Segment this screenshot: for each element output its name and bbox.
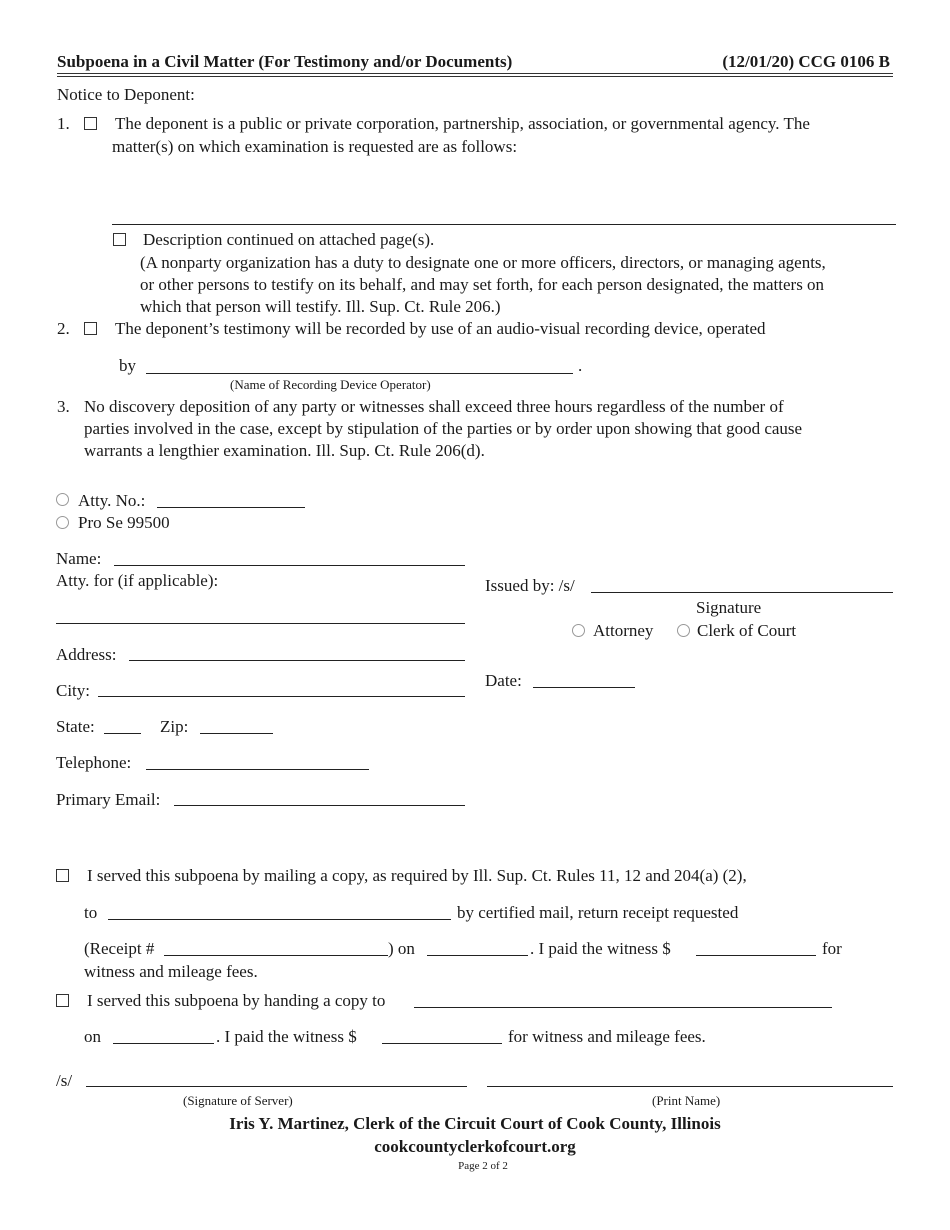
hand-amount-input[interactable] [382,1025,502,1044]
receipt-on-label: ) on [388,939,415,958]
email-label: Primary Email: [56,790,161,809]
telephone-input[interactable] [146,751,369,770]
attorney-radio[interactable] [572,624,585,637]
atty-for-label: Atty. for (if applicable): [56,571,219,590]
atty-no-radio[interactable] [56,493,69,506]
nonparty-note-line3: which that person will testify. Ill. Sup… [140,297,501,316]
mail-service-checkbox[interactable] [56,869,69,882]
print-name-input[interactable] [487,1068,893,1087]
zip-label: Zip: [160,717,189,736]
form-title: Subpoena in a Civil Matter (For Testimon… [57,52,513,71]
nonparty-note-line2: or other persons to testify on its behal… [140,275,825,294]
item1-text-line2: matter(s) on which examination is reques… [112,137,518,156]
mail-for-label: for [822,939,842,958]
server-sig-prefix: /s/ [56,1071,73,1090]
attorney-option-label: Attorney [593,621,654,640]
atty-no-label: Atty. No.: [78,491,146,510]
clerk-option-label: Clerk of Court [697,621,797,640]
mail-to-input[interactable] [108,901,451,920]
hand-recipient-input[interactable] [414,989,832,1008]
header-rule-bottom [57,76,893,77]
server-sig-caption: (Signature of Server) [183,1093,293,1108]
hand-service-checkbox[interactable] [56,994,69,1007]
name-label: Name: [56,549,102,568]
hand-on-label: on [84,1027,101,1046]
signature-caption: Signature [696,598,762,617]
certified-mail-text: by certified mail, return receipt reques… [457,903,739,922]
matters-input[interactable] [112,160,896,225]
notice-heading: Notice to Deponent: [57,85,195,104]
state-label: State: [56,717,95,736]
mail-fees-text: witness and mileage fees. [84,962,258,981]
server-signature-input[interactable] [86,1068,467,1087]
hand-service-text: I served this subpoena by handing a copy… [87,991,386,1010]
date-label: Date: [485,671,522,690]
atty-for-input[interactable] [56,605,465,624]
item1-checkbox[interactable] [84,117,97,130]
continued-checkbox[interactable] [113,233,126,246]
date-input[interactable] [533,669,635,688]
address-label: Address: [56,645,117,664]
header-rule-top [57,73,893,74]
operator-by-label: by [119,356,136,375]
operator-caption: (Name of Recording Device Operator) [230,377,431,392]
state-input[interactable] [104,715,141,734]
form-code: (12/01/20) CCG 0106 B [722,52,890,71]
mail-paid-text: . I paid the witness $ [530,939,671,958]
item1-text-line1: The deponent is a public or private corp… [115,114,810,133]
item1-number: 1. [57,114,70,133]
item2-checkbox[interactable] [84,322,97,335]
hand-date-input[interactable] [113,1025,214,1044]
page-number: Page 2 of 2 [458,1160,508,1172]
item3-line2: parties involved in the case, except by … [84,419,803,438]
nonparty-note-line1: (A nonparty organization has a duty to d… [140,253,826,272]
email-input[interactable] [174,787,465,806]
issued-by-label: Issued by: /s/ [485,576,575,595]
name-input[interactable] [114,547,465,566]
issuer-signature-input[interactable] [591,574,893,593]
hand-paid-text: . I paid the witness $ [216,1027,357,1046]
pro-se-radio[interactable] [56,516,69,529]
item2-text: The deponent’s testimony will be recorde… [115,319,766,338]
operator-period: . [578,356,583,375]
print-name-caption: (Print Name) [652,1093,721,1108]
operator-name-input[interactable] [146,355,573,374]
receipt-label: (Receipt # [84,939,155,958]
item2-number: 2. [57,319,70,338]
item3-line3: warrants a lengthier examination. Ill. S… [84,441,485,460]
telephone-label: Telephone: [56,753,132,772]
footer-clerk-line: Iris Y. Martinez, Clerk of the Circuit C… [229,1114,721,1133]
mail-to-label: to [84,903,98,922]
hand-fees-text: for witness and mileage fees. [508,1027,706,1046]
footer-website[interactable]: cookcountyclerkofcourt.org [0,1137,950,1157]
zip-input[interactable] [200,715,273,734]
receipt-input[interactable] [164,937,388,956]
pro-se-label: Pro Se 99500 [78,513,170,532]
mail-date-input[interactable] [427,937,528,956]
mail-amount-input[interactable] [696,937,816,956]
city-input[interactable] [98,678,465,697]
item3-line1: No discovery deposition of any party or … [84,397,784,416]
city-label: City: [56,681,91,700]
clerk-radio[interactable] [677,624,690,637]
continued-label: Description continued on attached page(s… [143,230,435,249]
item3-number: 3. [57,397,70,416]
atty-no-input[interactable] [157,489,305,508]
mail-service-text: I served this subpoena by mailing a copy… [87,866,747,885]
address-input[interactable] [129,642,465,661]
